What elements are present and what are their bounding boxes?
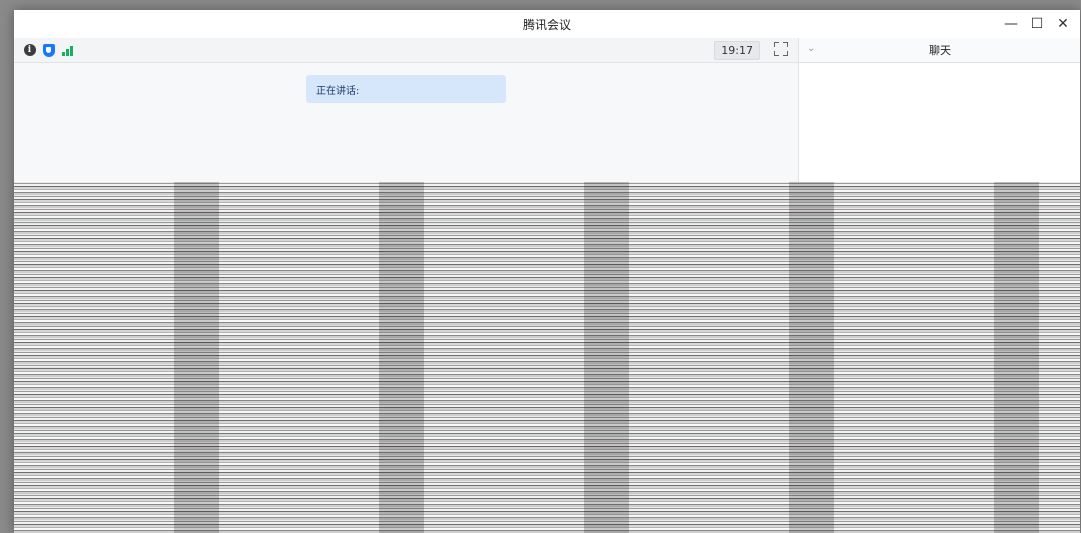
window-controls: — ☐ ✕ [1000,10,1074,38]
speaking-indicator: 正在讲话: [306,75,506,103]
minimize-icon[interactable]: — [1000,13,1022,35]
video-feed-garbled [14,182,1080,533]
chat-panel: ⌄ 聊天 [798,38,1080,188]
meeting-window: 腾讯会议 — ☐ ✕ i 19:17 正在讲话: ⌄ 聊天 [14,10,1080,533]
chat-title: 聊天 [929,44,951,57]
signal-strength-icon[interactable] [61,44,74,57]
video-stage: 正在讲话: [14,63,798,183]
window-title: 腾讯会议 [522,17,571,32]
meeting-timer: 19:17 [714,41,760,60]
chat-header: ⌄ 聊天 [799,38,1080,63]
title-bar: 腾讯会议 — ☐ ✕ [14,10,1080,38]
close-icon[interactable]: ✕ [1052,13,1074,35]
chevron-down-icon[interactable]: ⌄ [807,43,815,54]
maximize-icon[interactable]: ☐ [1026,13,1048,35]
fullscreen-icon[interactable] [774,42,788,56]
security-shield-icon[interactable] [42,43,55,57]
info-icon[interactable]: i [23,44,36,57]
status-icons: i [14,43,74,57]
meeting-toolbar: i 19:17 [14,38,798,63]
